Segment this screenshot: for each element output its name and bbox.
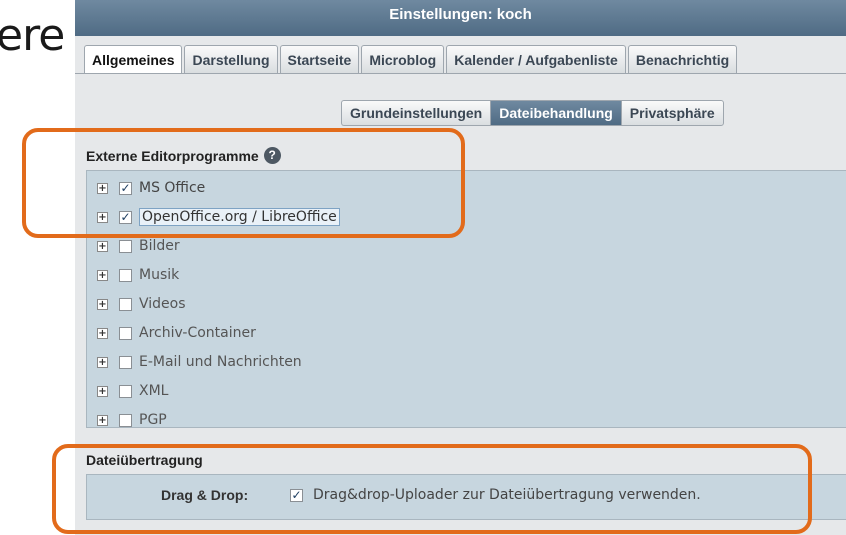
tab-divider — [75, 73, 846, 74]
checkbox-videos[interactable] — [119, 297, 132, 311]
tab-benachrichtigungen[interactable]: Benachrichtig — [627, 45, 738, 74]
highlight-callout-editors — [22, 128, 465, 238]
background-slide-text: ere — [0, 10, 65, 61]
expand-plus-icon[interactable]: + — [97, 385, 108, 397]
checkbox-xml[interactable] — [119, 384, 132, 398]
dialog-title: Einstellungen: koch — [75, 0, 846, 36]
subtab-grundeinstellungen[interactable]: Grundeinstellungen — [341, 100, 491, 126]
checkbox-pgp[interactable] — [119, 413, 132, 427]
tree-item-xml: + XML — [87, 380, 168, 402]
expand-plus-icon[interactable]: + — [97, 327, 108, 339]
expand-plus-icon[interactable]: + — [97, 356, 108, 368]
tree-item-videos: + Videos — [87, 293, 186, 315]
tab-kalender[interactable]: Kalender / Aufgabenliste — [446, 45, 626, 74]
tab-darstellung[interactable]: Darstellung — [184, 45, 278, 74]
tree-label: E-Mail und Nachrichten — [139, 354, 302, 370]
checkbox-bilder[interactable] — [119, 239, 132, 253]
tab-microblog[interactable]: Microblog — [361, 45, 445, 74]
expand-plus-icon[interactable]: + — [97, 414, 108, 426]
expand-plus-icon[interactable]: + — [97, 240, 108, 252]
tree-label: XML — [139, 383, 169, 399]
tree-item-archiv: + Archiv-Container — [87, 322, 256, 344]
tree-item-musik: + Musik — [87, 264, 179, 286]
tree-item-email: + E-Mail und Nachrichten — [87, 351, 302, 373]
tab-startseite[interactable]: Startseite — [279, 45, 360, 74]
tab-allgemeines[interactable]: Allgemeines — [84, 45, 183, 74]
highlight-callout-transfer — [52, 444, 812, 534]
checkbox-email[interactable] — [119, 355, 132, 369]
checkbox-archiv[interactable] — [119, 326, 132, 340]
sub-tab-bar: Grundeinstellungen Dateibehandlung Priva… — [341, 100, 724, 126]
tree-label: PGP — [139, 412, 167, 428]
expand-plus-icon[interactable]: + — [97, 298, 108, 310]
expand-plus-icon[interactable]: + — [97, 269, 108, 281]
subtab-dateibehandlung[interactable]: Dateibehandlung — [490, 100, 621, 126]
main-tab-bar: Allgemeines Darstellung Startseite Micro… — [84, 45, 739, 74]
subtab-privatsphaere[interactable]: Privatsphäre — [620, 100, 724, 126]
tree-item-pgp: + PGP — [87, 409, 167, 428]
tree-label: Videos — [139, 296, 186, 312]
tree-label: Archiv-Container — [139, 325, 256, 341]
tree-label: Musik — [139, 267, 180, 283]
tree-item-bilder: + Bilder — [87, 235, 180, 257]
checkbox-musik[interactable] — [119, 268, 132, 282]
tree-label: Bilder — [139, 238, 180, 254]
